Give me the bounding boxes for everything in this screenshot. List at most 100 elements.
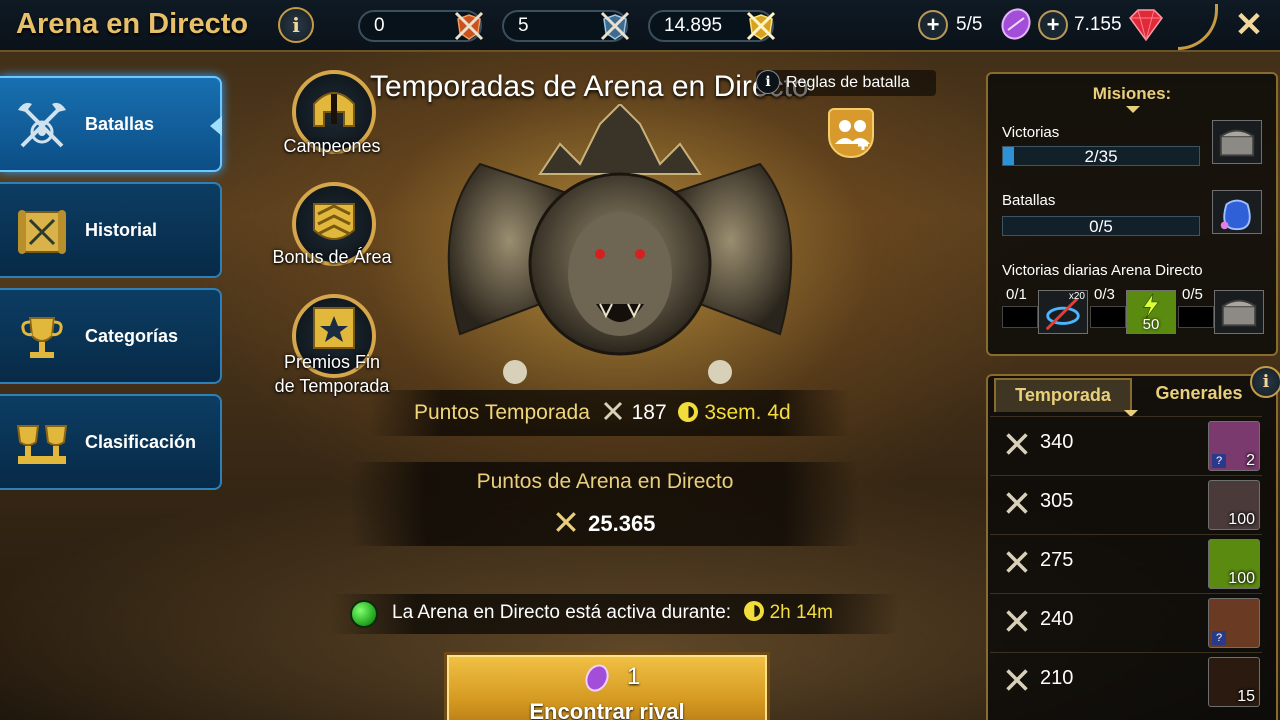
daily-1-reward-count: 50 <box>1142 316 1160 333</box>
close-icon[interactable]: ✕ <box>1232 6 1266 44</box>
battles-value: 0/5 <box>1089 217 1113 236</box>
reward-count: 2 <box>1246 452 1255 469</box>
daily-0-bar <box>1002 306 1038 328</box>
clock-icon <box>744 601 765 621</box>
battles-reward-bag-icon[interactable] <box>1212 190 1262 234</box>
crossed-axes-icon <box>18 102 66 148</box>
daily-0-reward-count: x20 <box>1068 291 1085 302</box>
add-tokens-button[interactable]: + <box>918 10 948 40</box>
lion-emblem-icon <box>447 104 793 384</box>
crossed-swords-icon <box>1006 433 1028 455</box>
crossed-swords-icon <box>1006 610 1028 632</box>
daily-2-progress: 0/5 <box>1182 286 1203 303</box>
reward-row[interactable]: 240? <box>990 593 1262 651</box>
tokens-value: 5/5 <box>956 14 983 35</box>
group-icon[interactable] <box>828 108 874 158</box>
mystery-shard-icon[interactable]: ? 2 <box>1208 421 1260 471</box>
star-medal-icon[interactable]: 15 <box>1208 657 1260 707</box>
bag-icon <box>1220 199 1251 231</box>
page-title: Arena en Directo <box>16 8 249 40</box>
season-points: Puntos Temporada 187 3sem. 4d <box>414 400 791 425</box>
gold-swords-shield-icon <box>746 11 776 41</box>
menu-label-batallas: Batallas <box>85 114 155 134</box>
arena-points: 25.365 <box>554 510 655 537</box>
reward-points: 210 <box>1040 667 1074 689</box>
crossed-swords-icon <box>1006 669 1028 691</box>
battles-label: Batallas <box>1002 192 1056 209</box>
daily-2-bar <box>1178 306 1214 328</box>
counter-2: 14.895 <box>648 10 776 42</box>
silver-pile-icon[interactable]: 100 <box>1208 480 1260 530</box>
season-rewards-label-line1: Premios Fin <box>283 352 381 372</box>
chest-icon[interactable]: ? <box>1208 598 1260 648</box>
trophy-icon <box>21 317 63 358</box>
reward-points: 275 <box>1040 549 1074 571</box>
reward-points: 305 <box>1040 490 1074 512</box>
rules-button[interactable]: Reglas de batalla <box>756 70 936 96</box>
missions-arrow-icon <box>1126 106 1140 113</box>
blue-swords-shield-icon <box>600 11 630 41</box>
find-rival-label: Encontrar rival <box>529 699 685 720</box>
menu-item-categorias[interactable]: Categorías <box>0 288 222 384</box>
active-indicator <box>210 116 222 136</box>
daily-label: Victorias diarias Arena Directo <box>1002 262 1203 279</box>
reward-row[interactable]: 305 100 <box>990 475 1262 533</box>
energy-icon[interactable]: 100 <box>1208 539 1260 589</box>
daily-2-reward-chest-icon[interactable] <box>1214 290 1264 334</box>
rewards-info-icon[interactable]: i <box>1250 366 1280 398</box>
victories-label: Victorias <box>1002 124 1060 141</box>
menu-item-historial[interactable]: Historial <box>0 182 222 278</box>
menu-label-historial: Historial <box>85 220 158 240</box>
counter-0: 0 <box>358 10 484 42</box>
clock-icon <box>678 402 699 422</box>
tab-temporada[interactable]: Temporada <box>994 378 1132 412</box>
find-rival-button[interactable]: 1 Encontrar rival <box>444 652 770 720</box>
area-bonus-label: Bonus de Área <box>272 247 392 267</box>
find-rival-cost: 1 <box>627 663 641 690</box>
gem-icon <box>1129 9 1163 42</box>
victories-value: 2/35 <box>1084 147 1118 166</box>
counter-2-value: 14.895 <box>664 15 723 36</box>
victories-reward-chest-icon[interactable] <box>1212 120 1262 164</box>
active-text: La Arena en Directo está activa durante: <box>392 602 732 623</box>
season-points-value: 187 <box>631 401 667 424</box>
counter-0-value: 0 <box>374 15 385 36</box>
crossed-swords-icon <box>603 401 622 421</box>
reward-count: 15 <box>1237 688 1255 705</box>
tab-generales[interactable]: Generales <box>1134 378 1264 412</box>
chest-icon <box>1221 299 1257 327</box>
add-gems-button[interactable]: + <box>1038 10 1068 40</box>
rules-label: Reglas de batalla <box>786 74 910 91</box>
arena-token-icon <box>1001 8 1031 40</box>
crossed-swords-icon <box>1006 492 1028 514</box>
scroll-icon <box>18 210 66 254</box>
victories-bar: 2/35 <box>1002 146 1200 166</box>
active-status: La Arena en Directo está activa durante:… <box>392 601 833 624</box>
center-title: Temporadas de Arena en Directo <box>370 70 809 103</box>
daily-0-reward-icon[interactable]: x20 <box>1038 290 1088 334</box>
active-time: 2h 14m <box>769 602 833 623</box>
menu-label-clasificacion: Clasificación <box>85 432 197 452</box>
reward-row[interactable]: 210 15 <box>990 652 1262 710</box>
arena-points-value: 25.365 <box>588 511 656 536</box>
menu-item-batallas[interactable]: Batallas <box>0 76 222 172</box>
battles-bar: 0/5 <box>1002 216 1200 236</box>
reward-row[interactable]: 340? 2 <box>990 416 1262 474</box>
counter-1-value: 5 <box>518 15 529 36</box>
reward-count: 100 <box>1228 570 1255 587</box>
champions-label: Campeones <box>283 136 381 156</box>
reward-points: 240 <box>1040 608 1074 630</box>
people-icon <box>835 120 870 150</box>
double-trophy-icon <box>16 425 68 464</box>
daily-1-reward-icon[interactable]: 50 <box>1126 290 1176 334</box>
info-icon[interactable]: i <box>278 7 314 43</box>
corner-ornament <box>1178 4 1218 50</box>
status-dot-icon <box>350 600 378 628</box>
reward-row[interactable]: 275 100 <box>990 534 1262 592</box>
menu-label-categorias: Categorías <box>85 326 179 346</box>
reward-count: 100 <box>1228 511 1255 528</box>
crossed-swords-icon <box>556 512 576 532</box>
daily-1-progress: 0/3 <box>1094 286 1115 303</box>
top-bar: Arena en Directo i 0 5 14.895 + 5/5 + 7.… <box>0 0 1280 52</box>
daily-0-progress: 0/1 <box>1006 286 1027 303</box>
